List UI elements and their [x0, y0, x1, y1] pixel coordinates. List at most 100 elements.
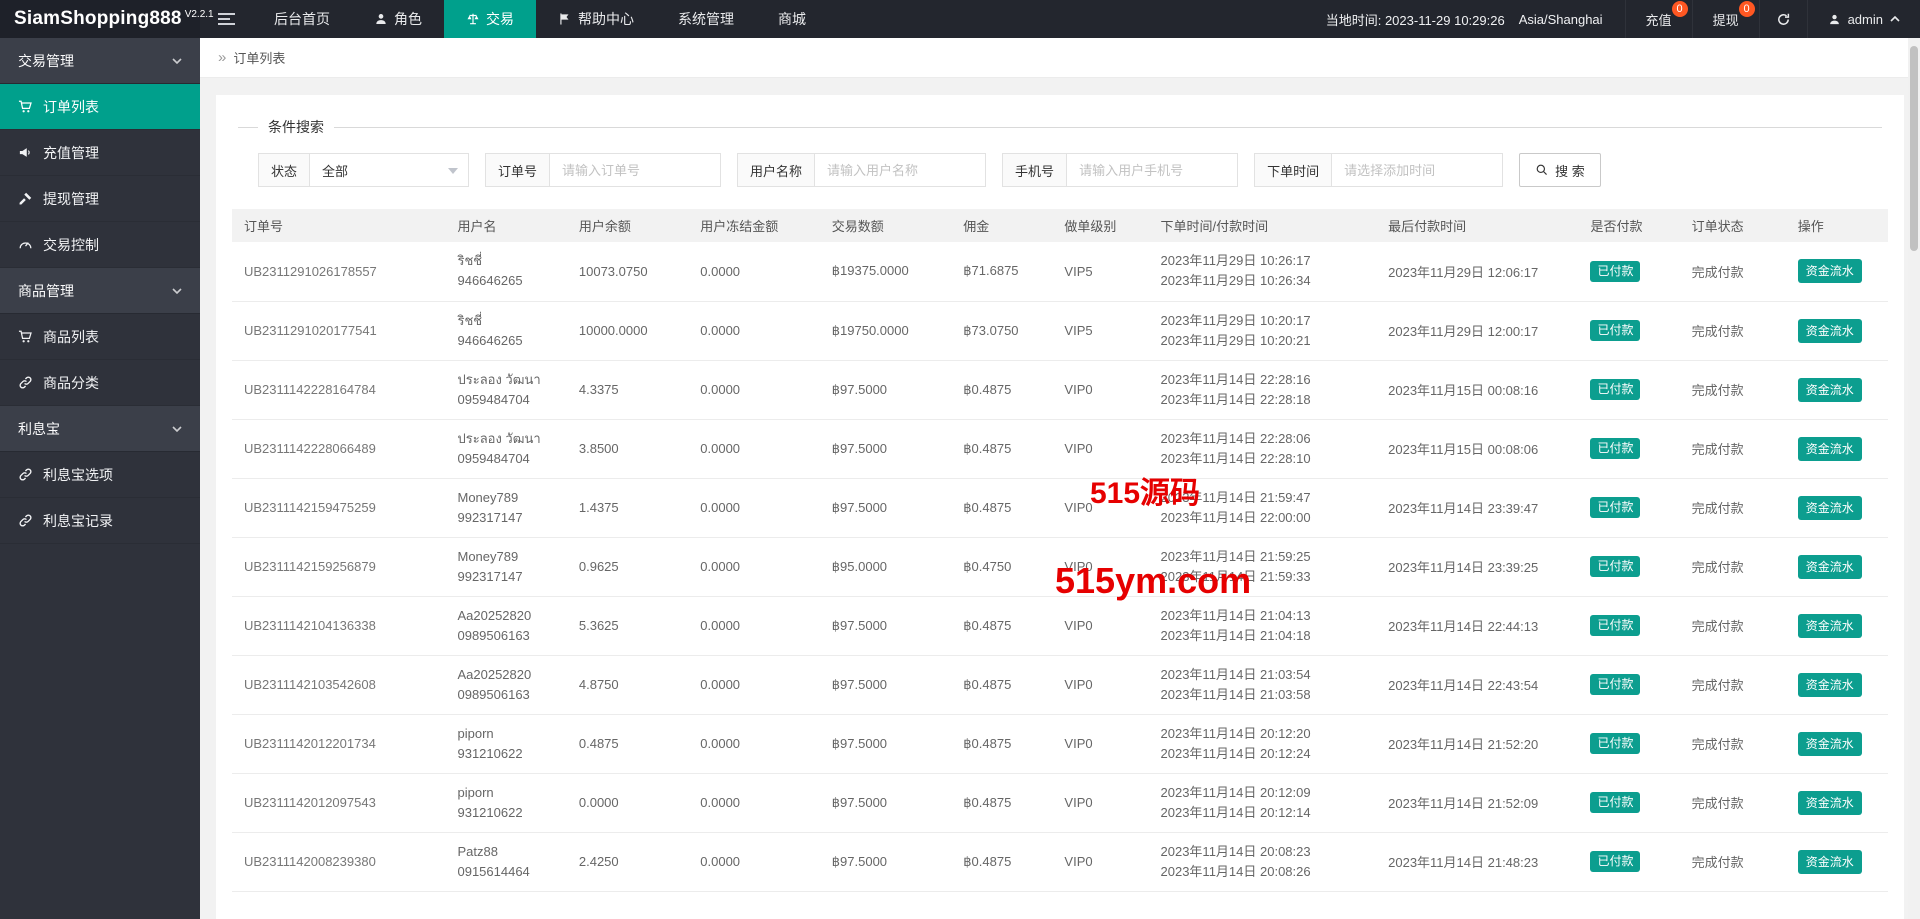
- cell-commission: ฿0.4750: [955, 537, 1057, 597]
- recharge-button[interactable]: 充值 0: [1624, 0, 1692, 38]
- sidebar-toggle-button[interactable]: [200, 0, 252, 38]
- cell-frozen: 0.0000: [692, 714, 824, 774]
- order-date-input[interactable]: [1332, 154, 1503, 186]
- cell-action: 资金流水: [1789, 714, 1888, 774]
- cell-level: VIP0: [1056, 714, 1153, 774]
- nav-item-system[interactable]: 系统管理: [656, 0, 756, 38]
- user-id: 931210622: [457, 804, 523, 820]
- cell-frozen: 0.0000: [692, 419, 824, 479]
- sidebar-item-withdraw-mgmt[interactable]: 提现管理: [0, 176, 200, 222]
- username-input[interactable]: [815, 154, 986, 186]
- user-menu[interactable]: admin: [1806, 0, 1920, 38]
- pay-time: 2023年11月14日 22:28:18: [1160, 391, 1311, 407]
- cell-status: 完成付款: [1683, 832, 1790, 892]
- nav-item-trade[interactable]: 交易: [444, 0, 536, 38]
- table-row: UB2311291020177541 ริชชี่ 946646265 10000…: [232, 301, 1888, 361]
- sidebar-section-interest[interactable]: 利息宝: [0, 406, 200, 452]
- cell-times: 2023年11月14日 21:04:13 2023年11月14日 21:04:18: [1152, 596, 1381, 656]
- scales-icon: [466, 13, 480, 25]
- cell-frozen: 0.0000: [692, 360, 824, 420]
- fund-flow-button[interactable]: 资金流水: [1797, 731, 1862, 756]
- cell-paid: 已付款: [1582, 596, 1684, 656]
- cell-amount: ฿97.5000: [823, 714, 956, 774]
- fund-flow-button[interactable]: 资金流水: [1797, 377, 1862, 402]
- fund-flow-button[interactable]: 资金流水: [1797, 672, 1862, 697]
- cell-paid: 已付款: [1582, 655, 1684, 715]
- table-row: UB2311142103542608 Aa20252820 0989506163 …: [232, 655, 1888, 715]
- sidebar-item-order-list[interactable]: 订单列表: [0, 84, 200, 130]
- nav-item-mall[interactable]: 商城: [756, 0, 828, 38]
- nav-item-help-center[interactable]: 帮助中心: [536, 0, 656, 38]
- main-menu: 后台首页 角色 交易 帮助中心 系统管理 商城: [252, 0, 828, 38]
- cell-paid: 已付款: [1582, 242, 1684, 302]
- fund-flow-button[interactable]: 资金流水: [1797, 259, 1862, 284]
- sidebar-item-recharge-mgmt[interactable]: 充值管理: [0, 130, 200, 176]
- cell-last-pay: 2023年11月14日 23:39:25: [1380, 537, 1583, 597]
- cell-frozen: 0.0000: [692, 832, 824, 892]
- table-row: UB2311142012097543 piporn 931210622 0.000…: [232, 773, 1888, 833]
- cell-level: VIP0: [1056, 478, 1153, 538]
- cell-times: 2023年11月14日 22:28:06 2023年11月14日 22:28:10: [1152, 419, 1381, 479]
- order-time: 2023年11月29日 10:20:17: [1160, 312, 1311, 328]
- fund-flow-button[interactable]: 资金流水: [1797, 495, 1862, 520]
- status-select[interactable]: 全部: [310, 154, 468, 186]
- username: ริชชี่: [457, 253, 483, 269]
- page-scrollbar[interactable]: [1908, 38, 1920, 919]
- nav-item-roles[interactable]: 角色: [352, 0, 444, 38]
- link-icon: [19, 468, 32, 481]
- sidebar-item-interest-records[interactable]: 利息宝记录: [0, 498, 200, 544]
- user-id: 0959484704: [457, 391, 530, 407]
- search-button[interactable]: 搜 索: [1519, 153, 1601, 187]
- person-icon: [376, 14, 386, 24]
- cell-action: 资金流水: [1789, 655, 1888, 715]
- scrollbar-thumb[interactable]: [1910, 46, 1918, 251]
- chevron-down-icon: [172, 57, 182, 64]
- cell-times: 2023年11月14日 21:59:25 2023年11月14日 21:59:33: [1152, 537, 1381, 597]
- cell-order-no: UB2311142012201734: [232, 714, 450, 774]
- paid-badge: 已付款: [1590, 438, 1641, 459]
- cell-frozen: 0.0000: [692, 301, 824, 361]
- cell-paid: 已付款: [1582, 301, 1684, 361]
- sidebar-item-goods-list[interactable]: 商品列表: [0, 314, 200, 360]
- chevron-down-icon: [172, 425, 182, 432]
- withdraw-button[interactable]: 提现 0: [1691, 0, 1759, 38]
- search-icon: [1536, 164, 1548, 176]
- sidebar-item-trade-control[interactable]: 交易控制: [0, 222, 200, 268]
- cell-frozen: 0.0000: [692, 655, 824, 715]
- paid-badge: 已付款: [1590, 260, 1641, 282]
- fund-flow-button[interactable]: 资金流水: [1797, 790, 1862, 815]
- sidebar-section-goods[interactable]: 商品管理: [0, 268, 200, 314]
- cell-commission: ฿71.6875: [955, 242, 1057, 302]
- username: piporn: [457, 725, 494, 741]
- cell-level: VIP0: [1056, 596, 1153, 656]
- fund-flow-button[interactable]: 资金流水: [1797, 554, 1862, 579]
- cell-last-pay: 2023年11月14日 21:52:09: [1380, 773, 1583, 833]
- cell-last-pay: 2023年11月14日 21:52:20: [1380, 714, 1583, 774]
- refresh-button[interactable]: [1758, 0, 1807, 38]
- nav-item-dashboard[interactable]: 后台首页: [252, 0, 352, 38]
- fund-flow-button[interactable]: 资金流水: [1797, 613, 1862, 638]
- pay-time: 2023年11月14日 20:12:24: [1160, 745, 1311, 761]
- order-no-input[interactable]: [550, 154, 721, 186]
- order-time: 2023年11月14日 22:28:06: [1160, 430, 1311, 446]
- search-legend: 条件搜索: [268, 119, 324, 135]
- chevron-up-icon: [1890, 16, 1900, 22]
- cell-user: ประลอง วัฒนา 0959484704: [449, 360, 571, 420]
- cell-balance: 0.9625: [570, 537, 693, 597]
- cell-status: 完成付款: [1683, 655, 1790, 715]
- sidebar-item-goods-category[interactable]: 商品分类: [0, 360, 200, 406]
- order-time: 2023年11月14日 21:04:13: [1160, 607, 1311, 623]
- sidebar-section-trade[interactable]: 交易管理: [0, 38, 200, 84]
- cell-times: 2023年11月14日 21:59:47 2023年11月14日 22:00:00: [1152, 478, 1381, 538]
- sidebar-item-interest-options[interactable]: 利息宝选项: [0, 452, 200, 498]
- fund-flow-button[interactable]: 资金流水: [1797, 849, 1862, 874]
- cell-commission: ฿0.4875: [955, 832, 1057, 892]
- phone-input[interactable]: [1067, 154, 1238, 186]
- username: ริชชี่: [457, 312, 483, 328]
- cell-level: VIP0: [1056, 832, 1153, 892]
- fund-flow-button[interactable]: 资金流水: [1797, 318, 1862, 343]
- cell-order-no: UB2311142159256879: [232, 537, 450, 597]
- paid-badge: 已付款: [1590, 792, 1641, 813]
- cell-level: VIP5: [1056, 301, 1153, 361]
- fund-flow-button[interactable]: 资金流水: [1797, 436, 1862, 461]
